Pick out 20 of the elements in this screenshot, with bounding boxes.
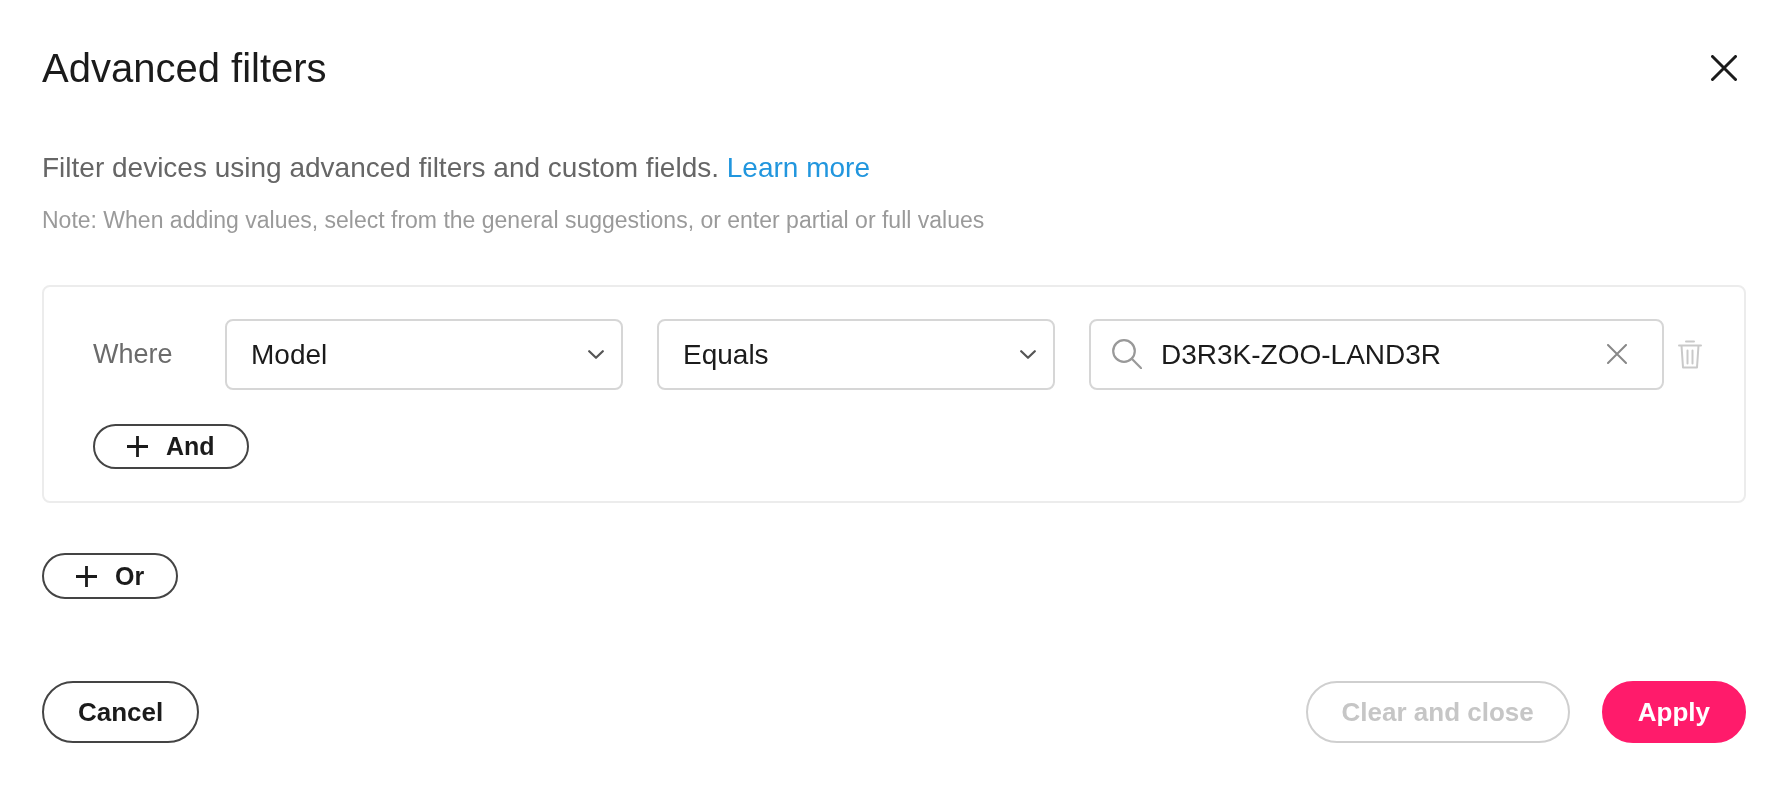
close-icon bbox=[1711, 55, 1737, 81]
close-button[interactable] bbox=[1711, 55, 1737, 81]
dropdown[interactable]: Model bbox=[225, 319, 623, 390]
search-field[interactable]: D3R3K-ZOO-LAND3R bbox=[1089, 319, 1664, 390]
clear-icon[interactable] bbox=[1607, 344, 1627, 364]
plus-icon bbox=[127, 436, 148, 457]
chevron-icon bbox=[588, 350, 604, 359]
note-text: Note: When adding values, select from the general suggestions, or enter partial or full values bbox=[42, 206, 985, 235]
dialog-title: Advanced filters bbox=[42, 45, 327, 92]
dropdown[interactable]: Equals bbox=[657, 319, 1055, 390]
primary-button[interactable]: Apply bbox=[1601, 681, 1746, 743]
plus-icon bbox=[76, 565, 97, 587]
search-icon bbox=[1112, 339, 1142, 369]
description-text: Filter devices using advanced filters and custom fields. Learn more bbox=[42, 151, 870, 185]
condition-label: Where bbox=[93, 339, 173, 369]
chevron-icon bbox=[1020, 350, 1036, 359]
secondary-button[interactable]: Cancel bbox=[42, 681, 200, 743]
add-and-button[interactable]: And bbox=[93, 424, 249, 469]
add-or-button[interactable]: Or bbox=[42, 553, 179, 599]
trash-icon bbox=[1678, 340, 1702, 369]
